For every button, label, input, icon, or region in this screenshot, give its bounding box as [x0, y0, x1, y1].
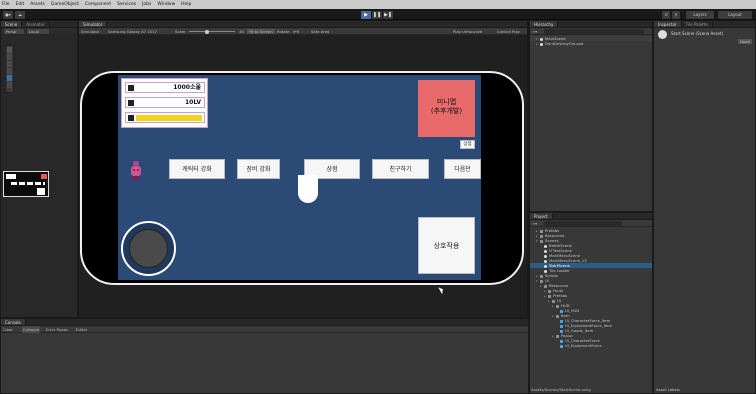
rotate-label: Rotate — [277, 29, 290, 34]
tab-hierarchy[interactable]: Hierarchy — [530, 21, 559, 27]
character-upgrade-button[interactable]: 캐릭터 강화 — [169, 159, 225, 179]
cloud-icon[interactable]: ☁ — [15, 10, 25, 19]
inspector-title: Start Scene (Scene Asset) — [671, 31, 724, 36]
rotate-tool-icon[interactable] — [7, 61, 12, 67]
step-button[interactable]: ▶❚ — [383, 10, 393, 19]
inspector-panel: Inspector Tile Palette Start Scene (Scen… — [653, 20, 756, 394]
layout-dropdown[interactable]: Layout — [718, 10, 752, 19]
rotate-icon[interactable]: ⟳⟲ — [293, 28, 299, 35]
fit-to-screen-button[interactable]: Fit to Screen — [247, 29, 275, 34]
project-add-button[interactable]: +▾ — [532, 220, 537, 227]
transform-tool-icon[interactable] — [7, 82, 12, 88]
game-screen[interactable]: 1000소울 10LV 미니맵 (추후개발) 상점 캐릭터 강화 장비 강화 상… — [118, 75, 481, 280]
error-pause-button[interactable]: Error Pause — [46, 326, 68, 333]
control-play-label[interactable]: Control Play — [497, 28, 520, 35]
console-panel: Console Clear Collapse Error Pause Edito… — [0, 318, 529, 394]
next-dungeon-button[interactable]: 다음던 — [444, 159, 481, 179]
tool-palette — [5, 45, 14, 93]
pause-button[interactable]: ❚❚ — [372, 10, 382, 19]
exp-icon — [128, 115, 134, 121]
account-button[interactable]: ●▾ — [3, 10, 13, 19]
hierarchy-add-button[interactable]: +▾ — [532, 28, 537, 35]
scale-label: Scale — [175, 29, 186, 34]
touch-pointer — [298, 175, 318, 203]
project-item-label: UI_EquipmentForce — [565, 343, 602, 348]
menu-gameobject[interactable]: GameObject — [51, 0, 79, 9]
persp-dropdown[interactable]: Persp — [4, 29, 24, 34]
menu-services[interactable]: Services — [117, 0, 136, 9]
equipment-upgrade-button[interactable]: 장비 강화 — [237, 159, 280, 179]
scale-tool-icon[interactable] — [7, 68, 12, 74]
minimap-placeholder: 미니맵 (추후개발) — [418, 80, 475, 137]
clear-button[interactable]: Clear — [3, 326, 13, 333]
tab-scene[interactable]: Scene — [1, 21, 23, 27]
scale-value: 46 — [239, 29, 244, 34]
layers-dropdown[interactable]: Layers — [686, 10, 714, 19]
menu-edit[interactable]: Edit — [16, 0, 25, 9]
hierarchy-item[interactable]: ▸ DontDestroyOnLoad — [530, 41, 652, 46]
menu-help[interactable]: Help — [181, 0, 191, 9]
scale-slider-handle[interactable] — [205, 29, 209, 34]
tab-tile-palette[interactable]: Tile Palette — [682, 21, 713, 27]
asset-labels[interactable]: Asset Labels — [656, 387, 680, 392]
simulator-toolbar: Simulator Samsung Galaxy A7 2017 Scale 4… — [79, 28, 527, 35]
play-button[interactable]: ▶ — [361, 10, 371, 19]
project-search-input[interactable] — [544, 221, 622, 226]
editor-dropdown[interactable]: Editor — [76, 326, 87, 333]
tab-simulator[interactable]: Simulator — [79, 21, 108, 27]
interact-button[interactable]: 상호작용 — [418, 217, 475, 274]
search-icon[interactable]: ⚲ — [672, 10, 680, 19]
prefab-icon — [560, 344, 563, 348]
gold-icon — [128, 85, 134, 91]
tab-project[interactable]: Project — [530, 213, 553, 219]
menu-bar: File Edit Assets GameObject Component Se… — [0, 0, 756, 9]
joystick[interactable] — [121, 221, 176, 276]
menu-jobs[interactable]: Jobs — [142, 0, 151, 9]
scene-asset-icon — [658, 30, 667, 39]
project-panel: Project +▾ ▸ Prefabs ▸ Resources ▾ Scenes Batt… — [529, 212, 653, 394]
tab-console[interactable]: Console — [1, 319, 26, 325]
gold-value: 1000소울 — [173, 84, 201, 91]
local-dropdown[interactable]: Local — [27, 29, 49, 34]
menu-window[interactable]: Window — [157, 0, 175, 9]
rect-tool-icon[interactable] — [7, 75, 12, 81]
collapse-button[interactable]: Collapse — [22, 326, 41, 333]
menu-component[interactable]: Component — [85, 0, 111, 9]
play-mode-dropdown[interactable]: Play Unfocused — [453, 28, 482, 35]
tab-animator[interactable]: Animator — [22, 21, 50, 27]
simulator-dropdown[interactable]: Simulator — [81, 28, 99, 35]
level-value: 10LV — [185, 99, 201, 106]
scene-panel: Scene Animator Persp Local — [0, 20, 78, 318]
level-icon — [128, 100, 134, 106]
project-item[interactable]: UI_EquipmentForce — [530, 343, 652, 348]
project-footer-path: Assets/Scenes/StartScene.unity — [531, 387, 592, 392]
scale-slider[interactable] — [189, 31, 235, 32]
level-stat: 10LV — [125, 97, 205, 108]
joystick-knob[interactable] — [129, 229, 168, 268]
hand-tool-icon[interactable] — [7, 47, 12, 53]
stats-panel: 1000소울 10LV — [121, 78, 208, 128]
scene-icon — [540, 42, 543, 46]
exp-stat — [125, 112, 205, 123]
exp-bar — [136, 115, 202, 121]
history-icon[interactable]: ↺ — [662, 10, 670, 19]
device-dropdown[interactable]: Samsung Galaxy A7 2017 — [108, 28, 157, 35]
main-toolbar: ●▾ ☁ ▶ ❚❚ ▶❚ ↺ ⚲ Layers Layout — [0, 9, 756, 20]
player-character — [130, 161, 142, 181]
hierarchy-panel: Hierarchy +▾ ▾ MainScene ▸ DontDestroyOnLo… — [529, 20, 653, 212]
menu-file[interactable]: File — [2, 0, 10, 9]
safe-area-toggle[interactable]: Safe Area — [311, 28, 329, 35]
gold-stat: 1000소울 — [125, 82, 205, 93]
friends-button[interactable]: 친구하기 — [372, 159, 429, 179]
hierarchy-search-input[interactable] — [544, 29, 644, 34]
open-button[interactable]: Open — [738, 39, 753, 44]
project-tree: ▸ Prefabs ▸ Resources ▾ Scenes BattleScene LTTe… — [530, 227, 652, 348]
move-tool-icon[interactable] — [7, 54, 12, 60]
menu-assets[interactable]: Assets — [30, 0, 45, 9]
shop-small-button[interactable]: 상점 — [460, 140, 475, 149]
scene-canvas-preview[interactable] — [3, 171, 49, 197]
tab-inspector[interactable]: Inspector — [654, 21, 682, 27]
